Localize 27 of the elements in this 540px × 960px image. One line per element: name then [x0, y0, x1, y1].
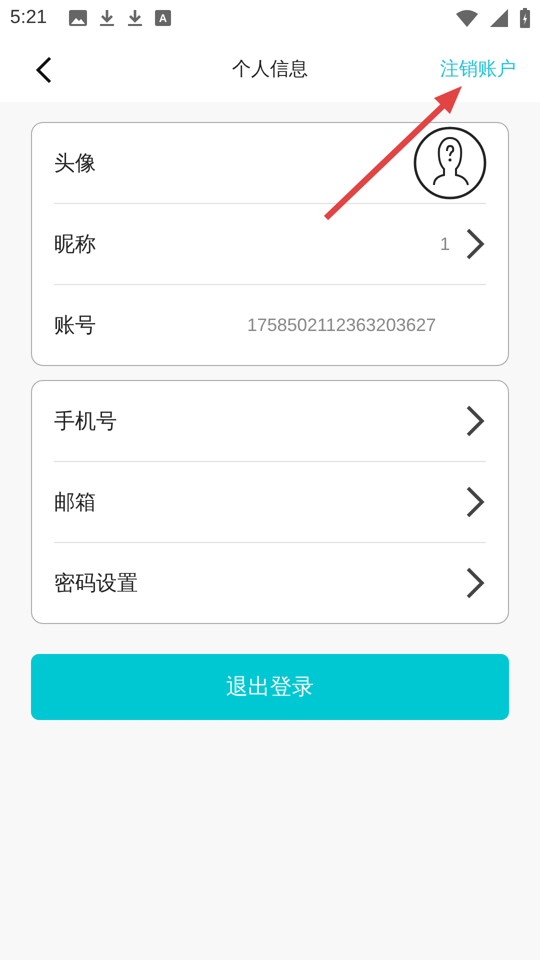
settings-row[interactable]: 密码设置 [54, 542, 486, 623]
row-label: 邮箱 [54, 489, 96, 516]
wifi-icon [456, 9, 478, 27]
row-value: 1758502112363203627 [247, 314, 436, 336]
back-icon[interactable] [34, 56, 54, 84]
signal-icon [490, 9, 508, 27]
battery-icon [520, 8, 530, 28]
row-label: 头像 [54, 150, 96, 177]
settings-row[interactable]: 昵称 1 [54, 203, 486, 284]
chevron-icon[interactable] [464, 566, 486, 600]
row-label: 昵称 [54, 231, 96, 258]
chevron-icon[interactable] [464, 227, 486, 261]
settings-row[interactable]: 邮箱 [54, 461, 486, 542]
keyboard-icon: A [154, 10, 171, 26]
status-time: 5:21 [10, 7, 47, 29]
row-label: 手机号 [54, 408, 117, 435]
avatar-icon[interactable] [412, 125, 488, 201]
settings-row[interactable]: 手机号 [54, 381, 486, 461]
chevron-icon[interactable] [464, 485, 486, 519]
page-title: 个人信息 [232, 58, 308, 80]
image-icon [68, 9, 87, 27]
row-value: 1 [440, 234, 450, 254]
download-icon [98, 9, 115, 27]
row-label: 账号 [54, 312, 96, 339]
download-icon [126, 9, 143, 27]
row-label: 密码设置 [54, 570, 138, 597]
chevron-icon[interactable] [464, 404, 486, 438]
